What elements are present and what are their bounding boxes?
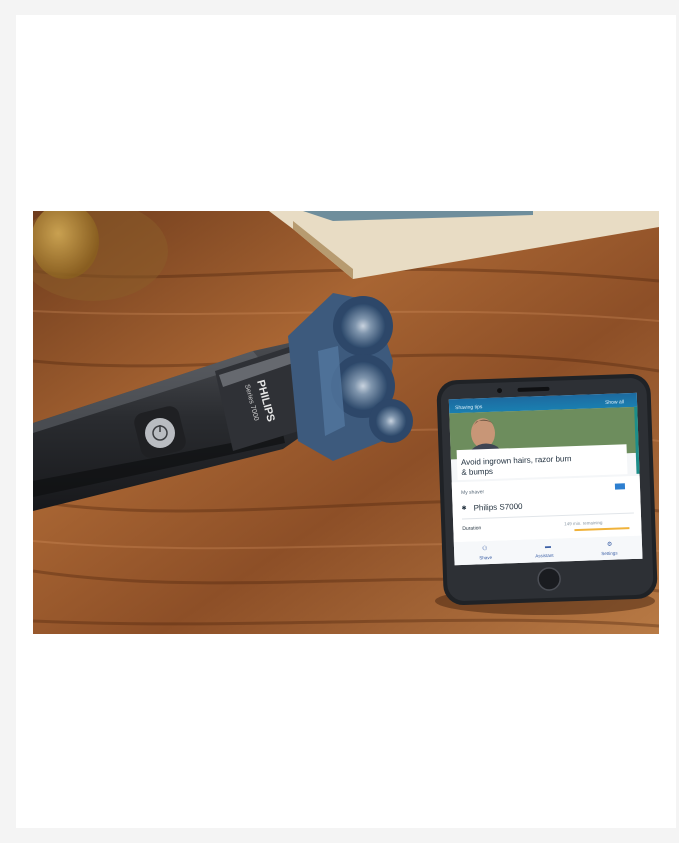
app-header-left: Shaving tips <box>455 404 483 411</box>
app-duration-label: Duration <box>462 525 481 532</box>
app-tab-assistant: Assistant <box>535 553 554 559</box>
assistant-tab-icon: ▬ <box>545 544 551 550</box>
smartphone: Shaving tips Show all Avoid ingrown hair… <box>436 374 658 605</box>
app-tab-shave: Shave <box>479 555 492 560</box>
bluetooth-icon: ✱ <box>462 505 467 512</box>
settings-tab-icon: ⚙ <box>607 541 613 548</box>
app-tip-line2: & bumps <box>461 467 493 477</box>
shave-tab-icon: ⚇ <box>482 545 488 552</box>
product-photo: PHILIPS Series 7000 Shaving tips Show al… <box>33 211 659 634</box>
app-header-right: Show all <box>605 399 624 406</box>
app-device-name: Philips S7000 <box>473 502 523 513</box>
app-tab-settings: Settings <box>601 551 618 557</box>
app-my-shaver-label: My shaver <box>461 489 485 496</box>
